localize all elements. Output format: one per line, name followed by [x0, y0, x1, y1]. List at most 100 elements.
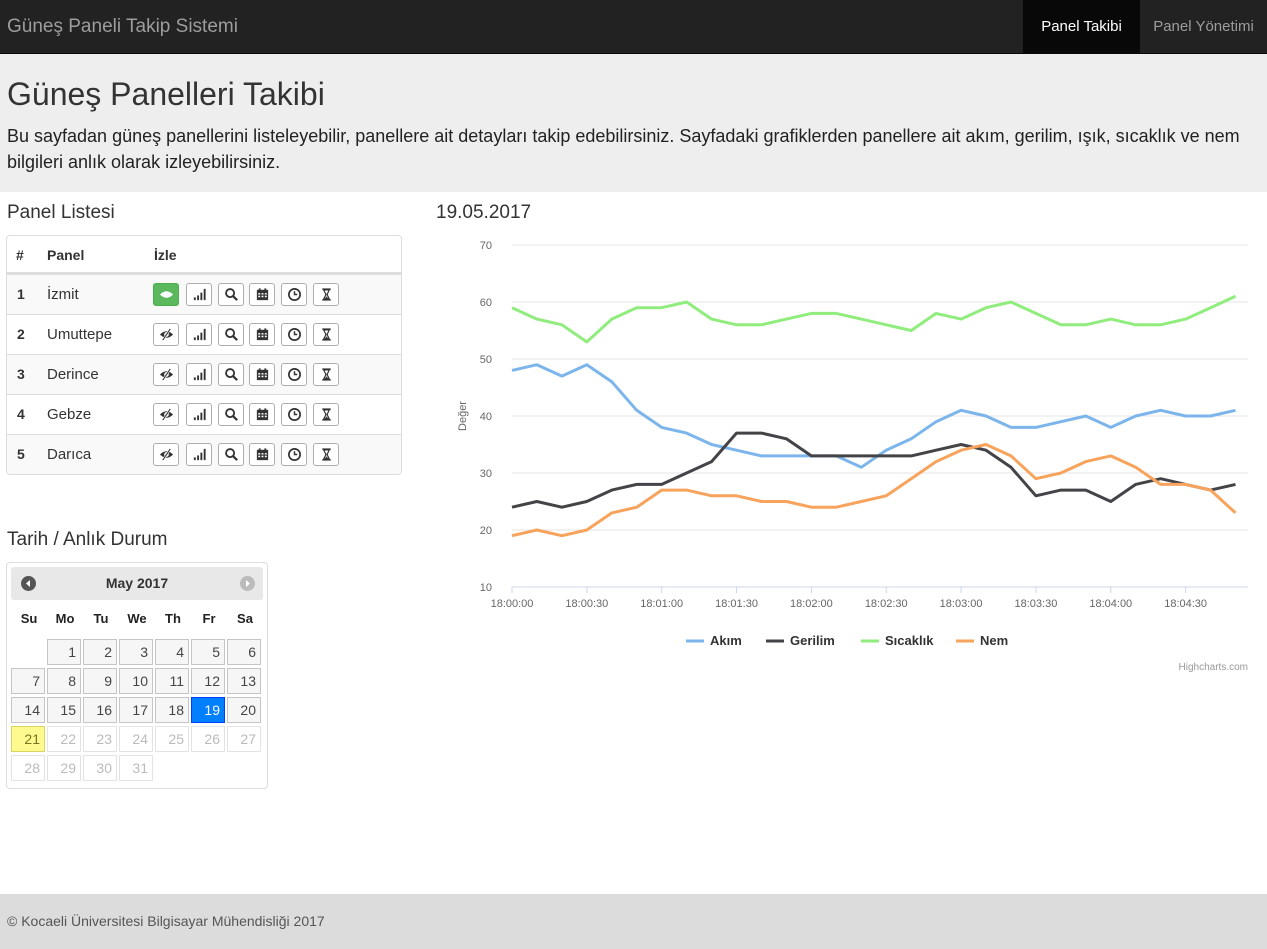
calendar-day[interactable]: 11: [155, 668, 189, 694]
jumbotron: Güneş Panelleri Takibi Bu sayfadan güneş…: [0, 54, 1267, 192]
series-line-2: [511, 294, 1237, 344]
calendar-icon: [255, 327, 270, 342]
calendar-button[interactable]: [249, 443, 275, 466]
calendar-day[interactable]: 14: [11, 697, 45, 723]
clock-button[interactable]: [281, 363, 307, 386]
table-row: 2 Umuttepe: [7, 314, 401, 354]
table-row: 3 Derince: [7, 354, 401, 394]
month-title: May 2017: [105, 575, 169, 591]
x-tick-label: 18:03:30: [1015, 598, 1058, 610]
calendar-day[interactable]: 15: [47, 697, 81, 723]
x-tick-label: 18:01:00: [640, 598, 683, 610]
weekday-label: Th: [165, 611, 181, 626]
calendar-day[interactable]: 3: [119, 639, 153, 665]
legend-item[interactable]: Nem: [980, 633, 1008, 648]
search-icon: [224, 287, 239, 302]
y-tick-label: 50: [480, 354, 492, 366]
clock-icon: [287, 407, 302, 422]
calendar-button[interactable]: [249, 363, 275, 386]
signal-button[interactable]: [186, 283, 212, 306]
hourglass-button[interactable]: [313, 283, 339, 306]
calendar-day[interactable]: 17: [119, 697, 153, 723]
signal-button[interactable]: [186, 443, 212, 466]
series-line-1: [511, 431, 1236, 509]
eye-slash-icon: [159, 327, 174, 342]
row-number: 2: [17, 326, 25, 342]
calendar-button[interactable]: [249, 323, 275, 346]
search-icon: [224, 367, 239, 382]
search-button[interactable]: [218, 283, 244, 306]
x-tick-label: 18:02:30: [865, 598, 908, 610]
x-tick-label: 18:04:30: [1164, 598, 1207, 610]
table-row: 5 Darıca: [7, 434, 401, 474]
hourglass-button[interactable]: [313, 363, 339, 386]
search-button[interactable]: [218, 443, 244, 466]
calendar-day: 26: [191, 726, 225, 752]
calendar-icon: [255, 367, 270, 382]
calendar-day[interactable]: 10: [119, 668, 153, 694]
calendar-day[interactable]: 8: [47, 668, 81, 694]
header-num: #: [16, 247, 24, 263]
calendar-day[interactable]: 20: [227, 697, 261, 723]
calendar-day[interactable]: 13: [227, 668, 261, 694]
calendar-day[interactable]: 2: [83, 639, 117, 665]
calendar-icon: [255, 287, 270, 302]
y-tick-label: 20: [480, 525, 492, 537]
legend-item[interactable]: Gerilim: [790, 633, 835, 648]
legend-item[interactable]: Akım: [710, 633, 742, 648]
eye-button[interactable]: [153, 403, 179, 426]
eye-button[interactable]: [153, 283, 179, 306]
circle-arrow-right-icon[interactable]: [240, 576, 255, 591]
clock-button[interactable]: [281, 323, 307, 346]
signal-button[interactable]: [186, 363, 212, 386]
calendar-day[interactable]: 5: [191, 639, 225, 665]
calendar-button[interactable]: [249, 403, 275, 426]
panel-name: İzmit: [47, 286, 79, 303]
panel-name: Darıca: [47, 446, 92, 463]
calendar-day[interactable]: 6: [227, 639, 261, 665]
calendar-day[interactable]: 16: [83, 697, 117, 723]
signal-icon: [192, 447, 207, 462]
y-tick-label: 70: [480, 240, 492, 252]
nav-panel-takibi[interactable]: Panel Takibi: [1023, 0, 1140, 53]
clock-button[interactable]: [281, 443, 307, 466]
calendar-day[interactable]: 19: [191, 697, 225, 723]
eye-button[interactable]: [153, 443, 179, 466]
y-tick-label: 60: [480, 297, 492, 309]
x-tick-label: 18:04:00: [1089, 598, 1132, 610]
table-row: 1 İzmit: [7, 274, 401, 314]
footer: © Kocaeli Üniversitesi Bilgisayar Mühend…: [0, 894, 1267, 949]
eye-button[interactable]: [153, 323, 179, 346]
hourglass-button[interactable]: [313, 443, 339, 466]
x-tick-label: 18:02:00: [790, 598, 833, 610]
brand[interactable]: Güneş Paneli Takip Sistemi: [7, 16, 238, 38]
weekday-label: Su: [20, 611, 38, 626]
header-watch: İzle: [154, 247, 177, 263]
calendar-day[interactable]: 4: [155, 639, 189, 665]
calendar-day[interactable]: 21: [11, 726, 45, 752]
table-row: 4 Gebze: [7, 394, 401, 434]
table-header: # Panel İzle: [7, 236, 401, 274]
signal-button[interactable]: [186, 323, 212, 346]
search-button[interactable]: [218, 403, 244, 426]
legend-item[interactable]: Sıcaklık: [885, 633, 934, 648]
weekday-label: We: [127, 611, 147, 626]
clock-button[interactable]: [281, 403, 307, 426]
nav-panel-yonetimi[interactable]: Panel Yönetimi: [1140, 0, 1267, 53]
hourglass-button[interactable]: [313, 323, 339, 346]
calendar-day[interactable]: 9: [83, 668, 117, 694]
datepicker-header: May 2017: [11, 567, 263, 600]
calendar-day[interactable]: 18: [155, 697, 189, 723]
search-button[interactable]: [218, 363, 244, 386]
calendar-day[interactable]: 1: [47, 639, 81, 665]
eye-button[interactable]: [153, 363, 179, 386]
calendar-day[interactable]: 12: [191, 668, 225, 694]
datepicker: May 2017 Su Mo Tu We Th Fr Sa 1 2 3 4 5 6 7 8 9 10 11 12 1…: [6, 562, 268, 789]
highcharts-credits[interactable]: Highcharts.com: [1179, 662, 1248, 673]
signal-button[interactable]: [186, 403, 212, 426]
search-button[interactable]: [218, 323, 244, 346]
calendar-day[interactable]: 7: [11, 668, 45, 694]
clock-button[interactable]: [281, 283, 307, 306]
hourglass-button[interactable]: [313, 403, 339, 426]
calendar-button[interactable]: [249, 283, 275, 306]
